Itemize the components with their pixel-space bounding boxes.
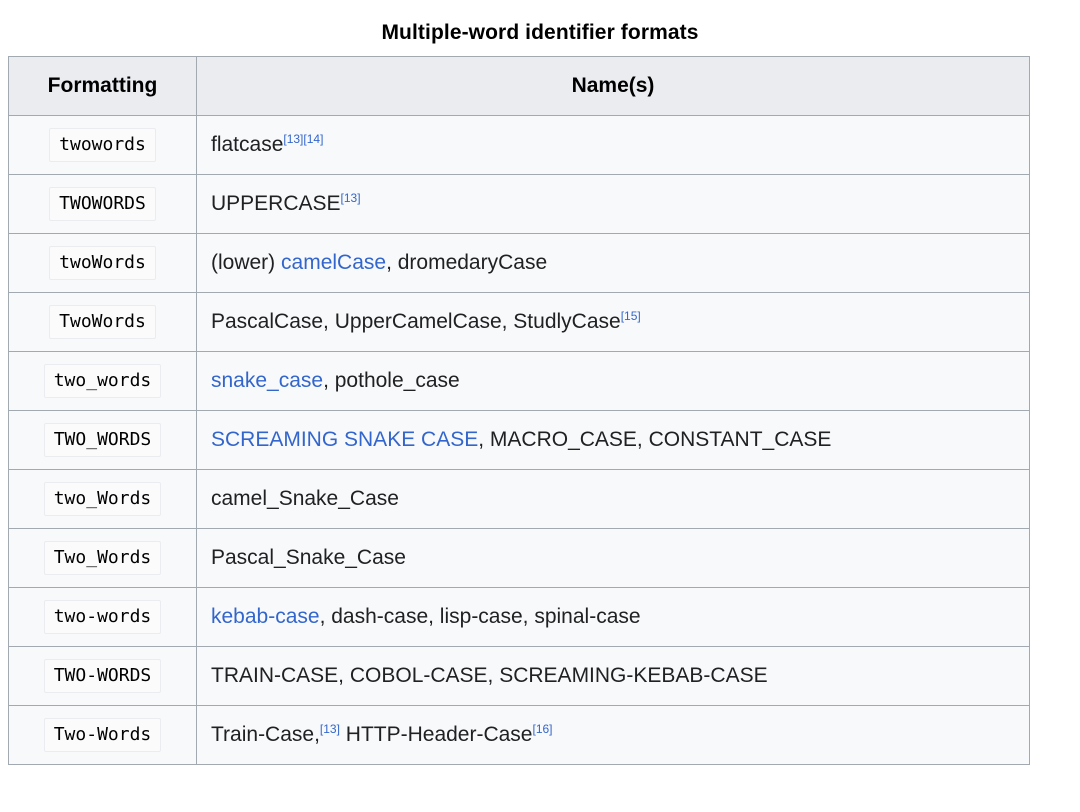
reference-group: [13][14] <box>283 132 323 146</box>
formatting-code: twoWords <box>49 245 156 281</box>
name-text: HTTP-Header-Case <box>339 723 533 746</box>
formatting-code: two_words <box>43 363 162 399</box>
identifier-formats-table: Formatting Name(s) twowords flatcase[13][… <box>8 56 1030 765</box>
name-text: Train-Case, <box>211 723 320 746</box>
reference-group: [16] <box>533 722 553 736</box>
formatting-cell: TWO_WORDS <box>8 410 197 470</box>
reference-link[interactable]: [16] <box>533 722 553 736</box>
formatting-cell: two-words <box>8 587 197 647</box>
formatting-cell: Two_Words <box>8 528 197 588</box>
names-cell: PascalCase, UpperCamelCase, StudlyCase[1… <box>196 292 1030 352</box>
formatting-code: Two_Words <box>43 540 162 576</box>
formatting-code: two-words <box>43 599 162 635</box>
table-row: two-words kebab-case, dash-case, lisp-cas… <box>8 587 1030 647</box>
name-text: UPPERCASE <box>211 192 341 215</box>
names-cell: Train-Case,[13] HTTP-Header-Case[16] <box>196 705 1030 765</box>
names-cell: camel_Snake_Case <box>196 469 1030 529</box>
formatting-cell: TWO-WORDS <box>8 646 197 706</box>
formatting-code: TWO_WORDS <box>43 422 162 458</box>
formatting-code: TWOWORDS <box>49 186 156 222</box>
names-cell: Pascal_Snake_Case <box>196 528 1030 588</box>
formatting-cell: twowords <box>8 115 197 175</box>
names-cell: kebab-case, dash-case, lisp-case, spinal… <box>196 587 1030 647</box>
names-cell: (lower) camelCase, dromedaryCase <box>196 233 1030 293</box>
names-cell: SCREAMING SNAKE CASE, MACRO_CASE, CONSTA… <box>196 410 1030 470</box>
table-row: Two_Words Pascal_Snake_Case <box>8 528 1030 588</box>
table-row: twoWords (lower) camelCase, dromedaryCase <box>8 233 1030 293</box>
formatting-code: TWO-WORDS <box>43 658 162 694</box>
table-row: TWOWORDS UPPERCASE[13] <box>8 174 1030 234</box>
name-text: PascalCase, UpperCamelCase, StudlyCase <box>211 310 621 333</box>
reference-group: [15] <box>621 309 641 323</box>
formatting-code: TwoWords <box>49 304 156 340</box>
name-link[interactable]: camelCase <box>281 251 386 274</box>
reference-link[interactable]: [14] <box>303 132 323 146</box>
name-text: , dash-case, lisp-case, spinal-case <box>319 605 641 628</box>
table-row: TWO-WORDS TRAIN-CASE, COBOL-CASE, SCREAMI… <box>8 646 1030 706</box>
table-row: twowords flatcase[13][14] <box>8 115 1030 175</box>
formatting-cell: twoWords <box>8 233 197 293</box>
page-root: Multiple-word identifier formats Formatt… <box>0 0 1080 812</box>
name-text: Pascal_Snake_Case <box>211 546 406 569</box>
names-cell: UPPERCASE[13] <box>196 174 1030 234</box>
formatting-cell: TwoWords <box>8 292 197 352</box>
formatting-code: twowords <box>49 127 156 163</box>
reference-link[interactable]: [13] <box>320 722 340 736</box>
table-row: two_words snake_case, pothole_case <box>8 351 1030 411</box>
name-link[interactable]: snake_case <box>211 369 323 392</box>
name-text: camel_Snake_Case <box>211 487 399 510</box>
inline-reference-group: [13] <box>320 722 340 736</box>
formatting-cell: Two-Words <box>8 705 197 765</box>
names-cell: TRAIN-CASE, COBOL-CASE, SCREAMING-KEBAB-… <box>196 646 1030 706</box>
name-link[interactable]: SCREAMING SNAKE CASE <box>211 428 478 451</box>
table-body: twowords flatcase[13][14] TWOWORDS UPPERCAS… <box>8 115 1030 765</box>
names-cell: flatcase[13][14] <box>196 115 1030 175</box>
name-text: , MACRO_CASE, CONSTANT_CASE <box>478 428 832 451</box>
table-caption: Multiple-word identifier formats <box>381 21 699 44</box>
column-header-names: Name(s) <box>196 56 1030 116</box>
column-header-formatting: Formatting <box>8 56 197 116</box>
name-text: (lower) <box>211 251 282 274</box>
table-row: TwoWords PascalCase, UpperCamelCase, Stud… <box>8 292 1030 352</box>
reference-group: [13] <box>341 191 361 205</box>
table-row: Two-Words Train-Case,[13] HTTP-Header-Cas… <box>8 705 1030 765</box>
name-text: , dromedaryCase <box>386 251 548 274</box>
name-link[interactable]: kebab-case <box>211 605 320 628</box>
reference-link[interactable]: [15] <box>621 309 641 323</box>
name-text: flatcase <box>211 133 284 156</box>
reference-link[interactable]: [13] <box>283 132 303 146</box>
formatting-cell: two_Words <box>8 469 197 529</box>
name-text: , pothole_case <box>323 369 460 392</box>
table-row: two_Words camel_Snake_Case <box>8 469 1030 529</box>
names-cell: snake_case, pothole_case <box>196 351 1030 411</box>
name-text: TRAIN-CASE, COBOL-CASE, SCREAMING-KEBAB-… <box>211 664 768 687</box>
formatting-code: two_Words <box>43 481 162 517</box>
table-header-row: Formatting Name(s) <box>8 56 1030 116</box>
formatting-code: Two-Words <box>43 717 162 753</box>
formatting-cell: TWOWORDS <box>8 174 197 234</box>
table-row: TWO_WORDS SCREAMING SNAKE CASE, MACRO_CAS… <box>8 410 1030 470</box>
formatting-cell: two_words <box>8 351 197 411</box>
reference-link[interactable]: [13] <box>341 191 361 205</box>
